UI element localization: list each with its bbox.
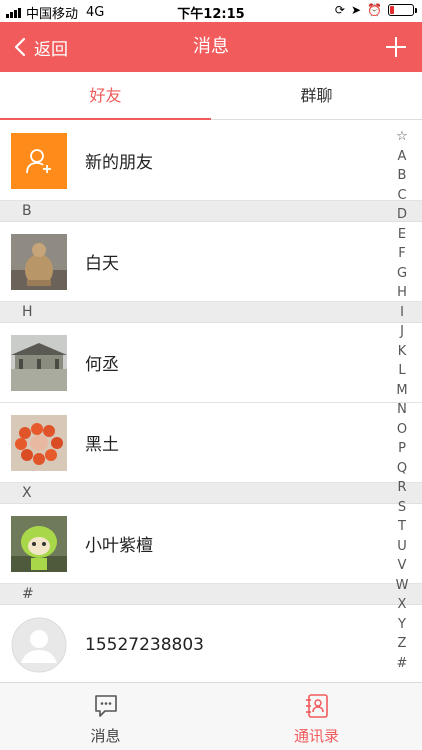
index-letter[interactable]: S [390, 498, 414, 518]
contact-name: 小叶紫檀 [85, 536, 153, 556]
index-letter[interactable]: V [390, 556, 414, 576]
index-letter[interactable]: P [390, 439, 414, 459]
page-title: 消息 [193, 36, 229, 57]
index-letter[interactable]: Y [390, 615, 414, 635]
index-letter[interactable]: A [390, 147, 414, 167]
status-bar: 中国移动 4G 下午12:15 ⟳ ➤ ⏰ [0, 0, 422, 22]
index-letter[interactable]: L [390, 361, 414, 381]
location-icon: ➤ [350, 3, 362, 17]
index-letter[interactable]: U [390, 537, 414, 557]
avatar [11, 515, 67, 572]
index-letter[interactable]: G [390, 264, 414, 284]
status-right: ⟳ ➤ ⏰ [329, 3, 417, 17]
nav-bar: 返回 消息 [0, 22, 422, 72]
segment-tabs: 好友 群聊 [0, 72, 422, 120]
contacts-screen: 中国移动 4G 下午12:15 ⟳ ➤ ⏰ 返回 消息 好友 群聊 新的朋友 B… [0, 0, 422, 750]
index-letter[interactable]: J [390, 322, 414, 342]
contact-list: 新的朋友 B 白天 H 何丞 黑土 X 小叶紫檀 # 15527238803 [0, 121, 422, 685]
section-header: X [0, 483, 422, 504]
tab-contacts-label: 通讯录 [293, 727, 339, 745]
section-header: # [0, 584, 422, 605]
tab-messages[interactable]: 消息 [0, 683, 211, 750]
index-letter[interactable]: O [390, 420, 414, 440]
tab-contacts[interactable]: 通讯录 [211, 683, 422, 750]
new-friends-label: 新的朋友 [85, 153, 153, 173]
battery-fill [390, 6, 395, 14]
index-letter[interactable]: H [390, 283, 414, 303]
index-letter[interactable]: # [390, 654, 414, 674]
index-letter[interactable]: X [390, 595, 414, 615]
plus-icon[interactable] [384, 35, 408, 59]
alarm-icon: ⏰ [367, 3, 382, 17]
index-letter[interactable]: D [390, 205, 414, 225]
index-letter[interactable]: F [390, 244, 414, 264]
default-avatar-icon [11, 617, 67, 673]
contact-row[interactable]: 黑土 [0, 403, 422, 483]
bottom-tab-bar: 消息 通讯录 [0, 682, 422, 750]
tab-friends[interactable]: 好友 [0, 72, 211, 120]
index-letter[interactable]: W [390, 576, 414, 596]
rotation-lock-icon: ⟳ [334, 3, 345, 17]
avatar [11, 233, 67, 290]
alphabet-index[interactable]: ☆ A B C D E F G H I J K L M N O P Q R S T U V W X Y Z # [390, 127, 414, 673]
contact-row[interactable]: 何丞 [0, 323, 422, 403]
index-letter[interactable]: T [390, 517, 414, 537]
chat-icon [94, 695, 117, 717]
add-user-icon [11, 132, 67, 189]
contact-name: 15527238803 [85, 635, 204, 655]
contact-row[interactable]: 白天 [0, 222, 422, 302]
index-letter[interactable]: Z [390, 634, 414, 654]
battery-icon [388, 4, 417, 16]
contact-name: 何丞 [85, 355, 119, 375]
index-letter[interactable]: E [390, 225, 414, 245]
tab-messages-label: 消息 [90, 727, 121, 745]
new-friends-row[interactable]: 新的朋友 [0, 121, 422, 201]
index-letter[interactable]: M [390, 381, 414, 401]
index-letter[interactable]: I [390, 303, 414, 323]
contact-row[interactable]: 15527238803 [0, 605, 422, 685]
index-letter[interactable]: C [390, 186, 414, 206]
index-letter[interactable]: K [390, 342, 414, 362]
tab-groups[interactable]: 群聊 [211, 72, 422, 119]
section-header: B [0, 201, 422, 222]
contact-row[interactable]: 小叶紫檀 [0, 504, 422, 584]
contact-name: 黑土 [85, 435, 119, 455]
avatar [11, 414, 67, 471]
index-letter[interactable]: N [390, 400, 414, 420]
contacts-icon [305, 694, 328, 718]
index-letter[interactable]: R [390, 478, 414, 498]
index-star-icon[interactable]: ☆ [390, 127, 414, 147]
index-letter[interactable]: Q [390, 459, 414, 479]
index-letter[interactable]: B [390, 166, 414, 186]
avatar [11, 334, 67, 391]
contact-name: 白天 [85, 254, 119, 274]
section-header: H [0, 302, 422, 323]
